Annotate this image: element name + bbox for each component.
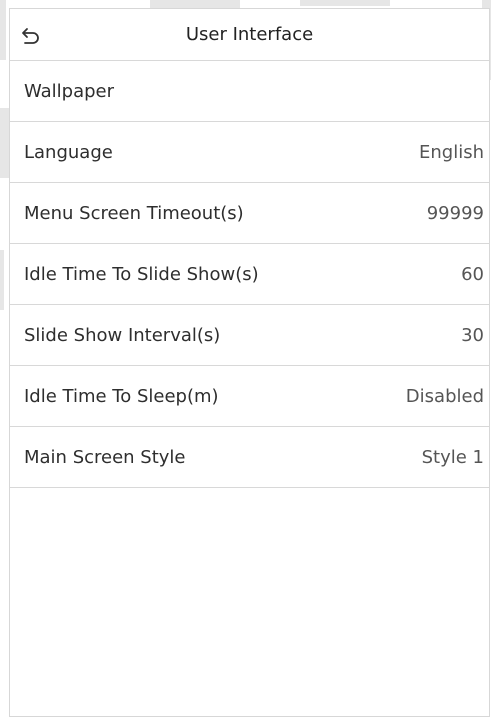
menu-item-main-screen-style[interactable]: Main Screen Style Style 1 <box>10 427 489 488</box>
menu-item-label: Idle Time To Slide Show(s) <box>24 263 259 285</box>
menu-item-label: Wallpaper <box>24 80 115 102</box>
menu-item-idle-time-to-slide-show[interactable]: Idle Time To Slide Show(s) 60 <box>10 244 489 305</box>
background-decoration <box>0 0 6 60</box>
menu-item-label: Language <box>24 141 113 163</box>
menu-item-value: Disabled <box>405 385 484 407</box>
menu-item-language[interactable]: Language English <box>10 122 489 183</box>
menu-item-slide-show-interval[interactable]: Slide Show Interval(s) 30 <box>10 305 489 366</box>
menu-item-wallpaper[interactable]: Wallpaper <box>10 61 489 122</box>
menu-item-label: Slide Show Interval(s) <box>24 324 221 346</box>
menu-item-label: Menu Screen Timeout(s) <box>24 202 244 224</box>
menu-item-value: 60 <box>461 263 484 285</box>
menu-item-label: Idle Time To Sleep(m) <box>24 385 219 407</box>
page-title: User Interface <box>185 24 314 45</box>
menu-item-idle-time-to-sleep[interactable]: Idle Time To Sleep(m) Disabled <box>10 366 489 427</box>
background-decoration <box>300 0 390 6</box>
menu-item-value: Style 1 <box>421 446 484 468</box>
background-decoration <box>150 0 240 8</box>
menu-item-value: English <box>419 141 484 163</box>
header-bar: User Interface <box>10 9 489 61</box>
background-decoration <box>0 250 4 310</box>
menu-item-value: 99999 <box>426 202 484 224</box>
menu-item-value: 30 <box>461 324 484 346</box>
background-decoration <box>0 108 9 178</box>
menu-item-menu-screen-timeout[interactable]: Menu Screen Timeout(s) 99999 <box>10 183 489 244</box>
user-interface-screen: User Interface Wallpaper Language Englis… <box>9 8 490 717</box>
back-arrow-icon[interactable] <box>19 24 41 46</box>
menu-item-label: Main Screen Style <box>24 446 186 468</box>
